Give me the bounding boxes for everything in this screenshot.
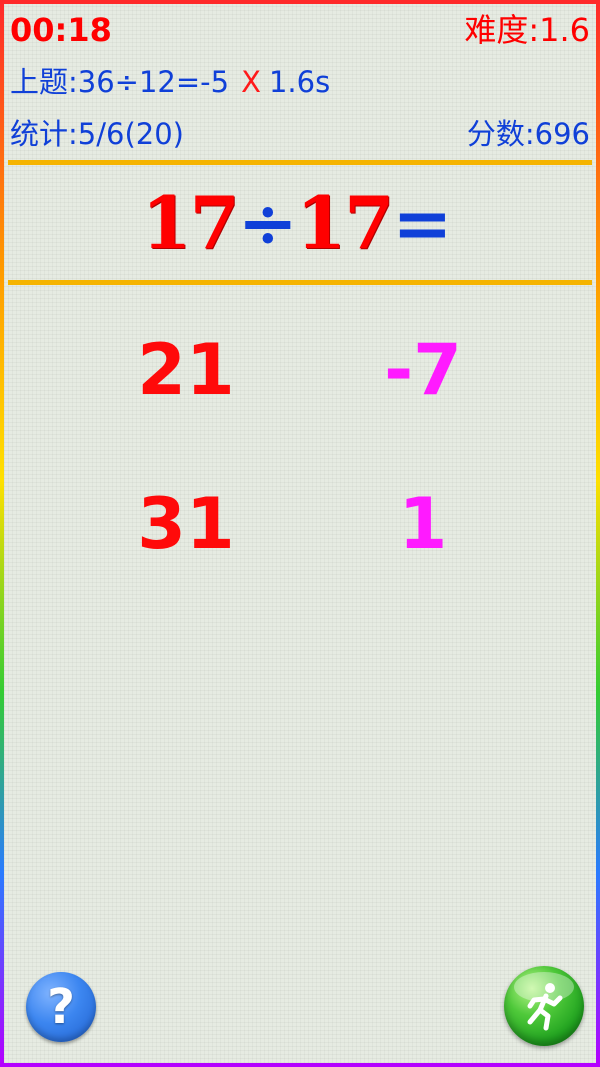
wrong-mark: X	[241, 65, 261, 99]
answer-option-2[interactable]: -7	[368, 330, 478, 410]
last-question: 上题:36÷12=-5 X 1.6s	[10, 60, 330, 104]
last-question-time: 1.6s	[268, 65, 331, 99]
score-label: 分数:696	[466, 117, 590, 151]
question-operator: ÷	[237, 180, 298, 265]
timer: 00:18	[10, 11, 112, 49]
question-area: 17÷17=	[8, 165, 592, 280]
question-mark-icon: ?	[47, 979, 75, 1035]
question-right-operand: 17	[296, 180, 394, 265]
running-man-icon	[527, 983, 563, 1031]
question-left-operand: 17	[141, 180, 239, 265]
stats-row: 统计:5/6(20) 分数:696	[10, 112, 590, 156]
last-question-prefix: 上题:	[10, 65, 78, 99]
difficulty-label: 难度:1.6	[464, 11, 590, 49]
stats-label: 统计:5/6(20)	[10, 117, 184, 151]
question-expression: 17÷17=	[141, 165, 452, 280]
game-screen: 00:18 难度:1.6 上题:36÷12=-5 X 1.6s 统计:5/6(20)…	[0, 0, 600, 1067]
answer-option-1[interactable]: 21	[136, 330, 236, 410]
last-question-expression: 36÷12=-5	[77, 65, 230, 99]
exit-button[interactable]	[504, 966, 584, 1046]
answer-option-3[interactable]: 31	[136, 484, 236, 564]
answer-option-4[interactable]: 1	[368, 484, 478, 564]
question-equals: =	[392, 180, 452, 265]
hud-top-row: 00:18 难度:1.6	[10, 10, 590, 50]
divider-bottom	[8, 280, 592, 285]
help-button[interactable]: ?	[26, 972, 96, 1042]
last-question-row: 上题:36÷12=-5 X 1.6s	[10, 60, 590, 104]
